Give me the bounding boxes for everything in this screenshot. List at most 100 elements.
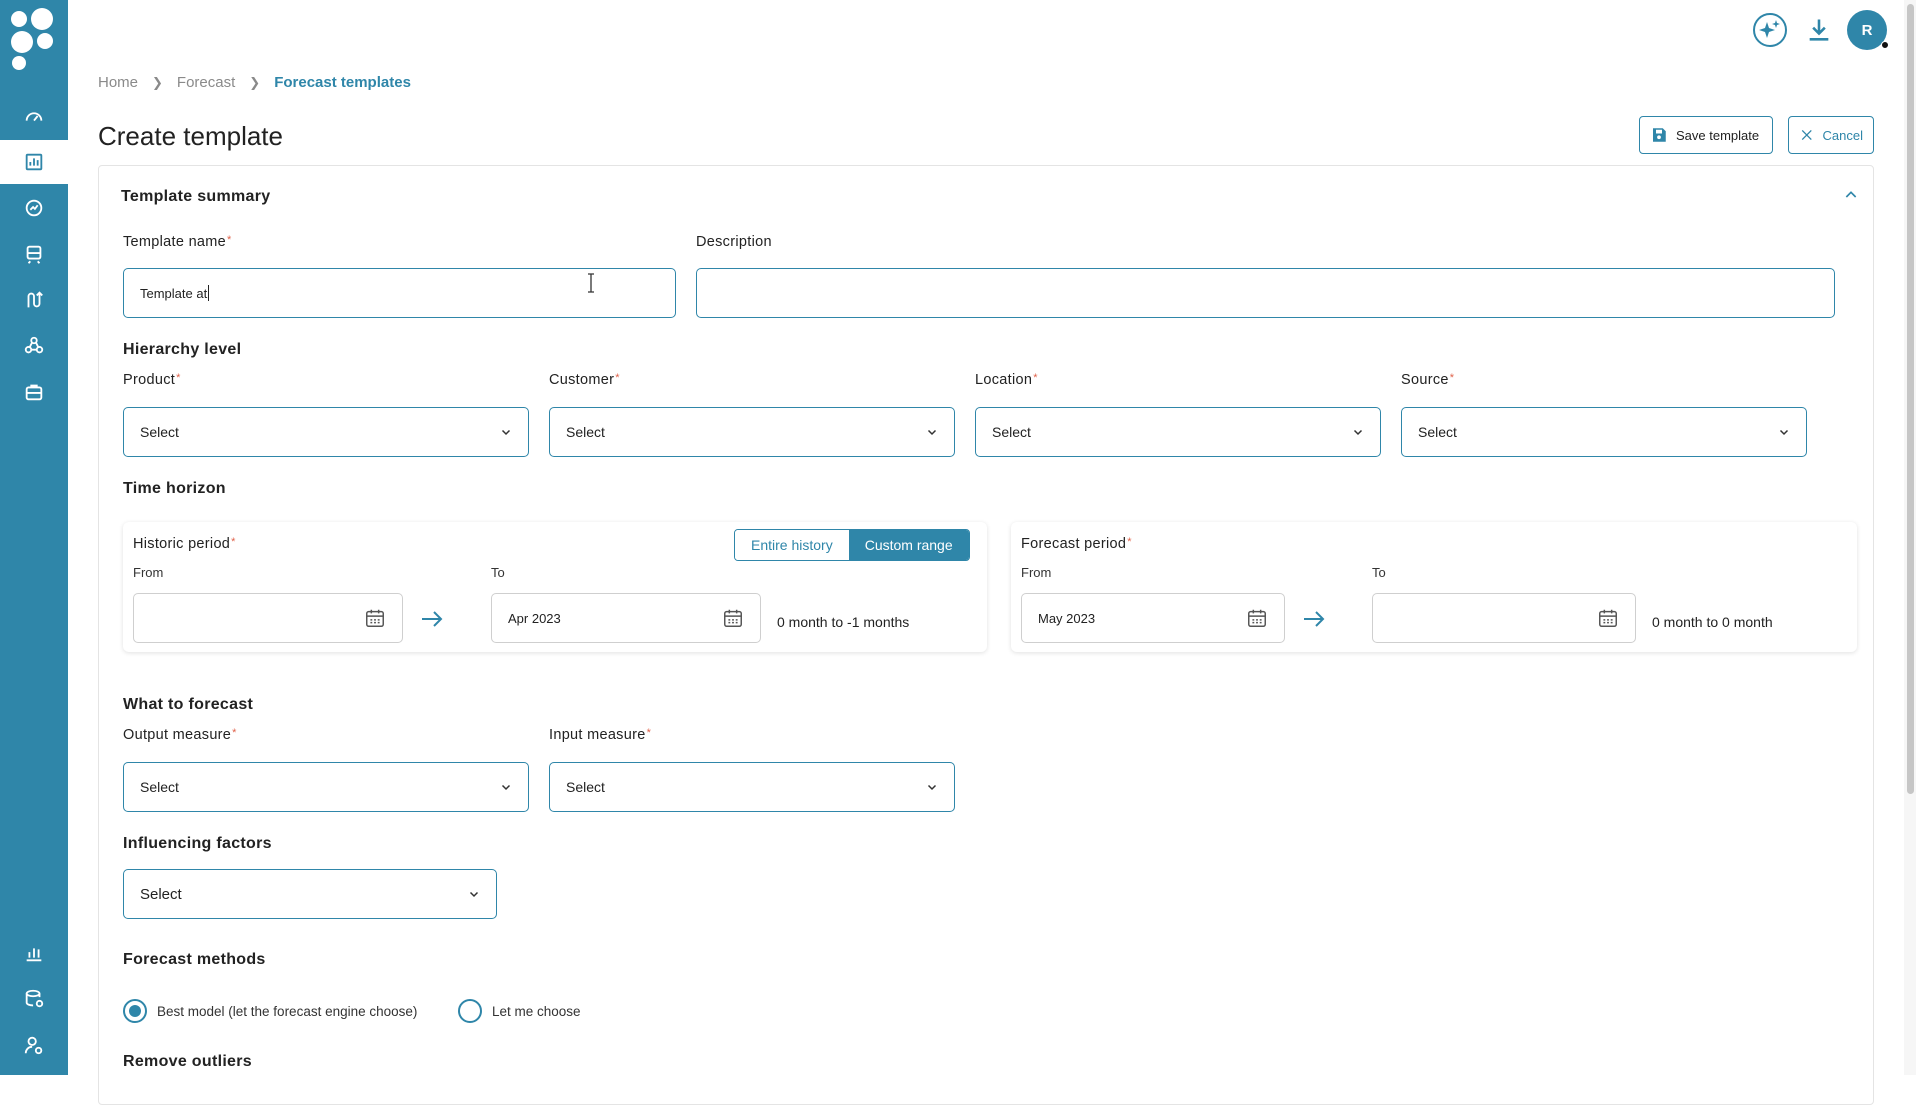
report-chart-icon xyxy=(25,153,43,171)
radio-best-model-label: Best model (let the forecast engine choo… xyxy=(157,1003,418,1019)
arrow-right-icon xyxy=(1304,611,1325,627)
brand-logo[interactable] xyxy=(8,6,58,72)
location-select-value: Select xyxy=(992,424,1031,440)
radio-selected-dot xyxy=(129,1005,141,1017)
product-select[interactable]: Select xyxy=(123,407,529,457)
required-marker: * xyxy=(227,234,232,246)
cancel-button[interactable]: Cancel xyxy=(1788,116,1874,154)
breadcrumb-forecast[interactable]: Forecast xyxy=(177,74,235,91)
nav-routes[interactable] xyxy=(0,278,68,322)
radio-circle xyxy=(123,999,147,1023)
influencing-factors-select[interactable]: Select xyxy=(123,869,497,919)
nav-dashboard[interactable] xyxy=(0,94,68,138)
influencing-factors-value: Select xyxy=(140,885,182,903)
output-measure-select[interactable]: Select xyxy=(123,762,529,812)
network-icon xyxy=(24,336,44,354)
required-marker: * xyxy=(176,372,181,384)
download-icon xyxy=(1809,19,1829,41)
historic-period-label-text: Historic period xyxy=(133,536,231,552)
calendar-icon[interactable] xyxy=(1597,607,1619,629)
template-name-label: Template name* xyxy=(123,234,232,250)
product-label: Product* xyxy=(123,372,181,388)
nav-forecast[interactable] xyxy=(0,140,68,184)
scrollbar-thumb[interactable] xyxy=(1907,4,1914,794)
status-dot xyxy=(1881,41,1889,49)
location-label-text: Location xyxy=(975,372,1033,388)
description-label: Description xyxy=(696,234,772,250)
save-template-button[interactable]: Save template xyxy=(1639,116,1773,154)
breadcrumb-current[interactable]: Forecast templates xyxy=(274,74,411,91)
calendar-icon[interactable] xyxy=(1246,607,1268,629)
briefcase-icon xyxy=(25,384,43,401)
entire-history-option[interactable]: Entire history xyxy=(735,530,849,560)
source-select[interactable]: Select xyxy=(1401,407,1807,457)
nav-logistics[interactable] xyxy=(0,232,68,276)
save-template-label: Save template xyxy=(1676,127,1760,143)
output-measure-label: Output measure* xyxy=(123,727,237,743)
forecast-methods-title: Forecast methods xyxy=(123,951,266,968)
chevron-down-icon xyxy=(927,784,937,791)
template-name-label-text: Template name xyxy=(123,234,227,250)
input-measure-select[interactable]: Select xyxy=(549,762,955,812)
historic-from-label: From xyxy=(133,565,164,580)
forecast-to-label: To xyxy=(1372,565,1386,580)
nav-network[interactable] xyxy=(0,324,68,368)
calendar-icon[interactable] xyxy=(722,607,744,629)
nav-data-settings[interactable] xyxy=(0,977,68,1021)
close-icon xyxy=(1801,130,1812,140)
train-icon xyxy=(26,245,42,264)
radio-circle xyxy=(458,999,482,1023)
historic-to-input[interactable]: Apr 2023 xyxy=(491,593,761,643)
sidebar xyxy=(0,0,68,1075)
trend-icon xyxy=(25,199,43,217)
time-horizon-title: Time horizon xyxy=(123,480,226,497)
breadcrumb-home[interactable]: Home xyxy=(98,74,138,91)
product-label-text: Product xyxy=(123,372,176,388)
template-name-value: Template at xyxy=(140,285,208,301)
ai-sparkle-icon xyxy=(1753,13,1787,47)
customer-label-text: Customer xyxy=(549,372,615,388)
input-measure-label-text: Input measure xyxy=(549,727,646,743)
database-settings-icon xyxy=(25,989,44,1008)
radio-best-model[interactable]: Best model (let the forecast engine choo… xyxy=(123,999,417,1023)
template-summary-title: Template summary xyxy=(121,188,271,205)
page-scrollbar[interactable] xyxy=(1904,0,1916,1075)
forecast-to-input[interactable] xyxy=(1372,593,1636,643)
what-to-forecast-title: What to forecast xyxy=(123,696,254,713)
nav-reports[interactable] xyxy=(0,931,68,975)
customer-select[interactable]: Select xyxy=(549,407,955,457)
nav-trends[interactable] xyxy=(0,186,68,230)
chevron-down-icon xyxy=(1353,429,1363,436)
historic-to-value: Apr 2023 xyxy=(508,610,561,626)
forecast-from-input[interactable]: May 2023 xyxy=(1021,593,1285,643)
nav-user-settings[interactable] xyxy=(0,1023,68,1067)
chevron-right-icon: ❯ xyxy=(249,74,261,90)
historic-period-label: Historic period* xyxy=(133,536,236,552)
description-input[interactable] xyxy=(696,268,1835,318)
arrow-right-icon xyxy=(422,611,443,627)
user-avatar[interactable]: R xyxy=(1847,10,1889,50)
remove-outliers-title: Remove outliers xyxy=(123,1053,252,1070)
customer-label: Customer* xyxy=(549,372,620,388)
radio-let-me-choose[interactable]: Let me choose xyxy=(458,999,581,1023)
nav-portfolio[interactable] xyxy=(0,370,68,414)
historic-from-input[interactable] xyxy=(133,593,403,643)
output-measure-label-text: Output measure xyxy=(123,727,232,743)
download-button[interactable] xyxy=(1799,10,1839,50)
chevron-down-icon xyxy=(927,429,937,436)
chevron-up-icon[interactable] xyxy=(1843,187,1859,203)
location-select[interactable]: Select xyxy=(975,407,1381,457)
required-marker: * xyxy=(1033,372,1038,384)
chevron-right-icon: ❯ xyxy=(152,74,163,90)
customer-select-value: Select xyxy=(566,424,605,440)
required-marker: * xyxy=(1127,536,1132,548)
calendar-icon[interactable] xyxy=(364,607,386,629)
historic-to-label: To xyxy=(491,565,505,580)
required-marker: * xyxy=(615,372,620,384)
page-title: Create template xyxy=(98,121,283,151)
product-select-value: Select xyxy=(140,424,179,440)
ai-assistant-button[interactable] xyxy=(1750,10,1790,50)
radio-let-me-choose-label: Let me choose xyxy=(492,1003,581,1019)
custom-range-option[interactable]: Custom range xyxy=(848,530,969,560)
forecast-period-label-text: Forecast period xyxy=(1021,536,1127,552)
